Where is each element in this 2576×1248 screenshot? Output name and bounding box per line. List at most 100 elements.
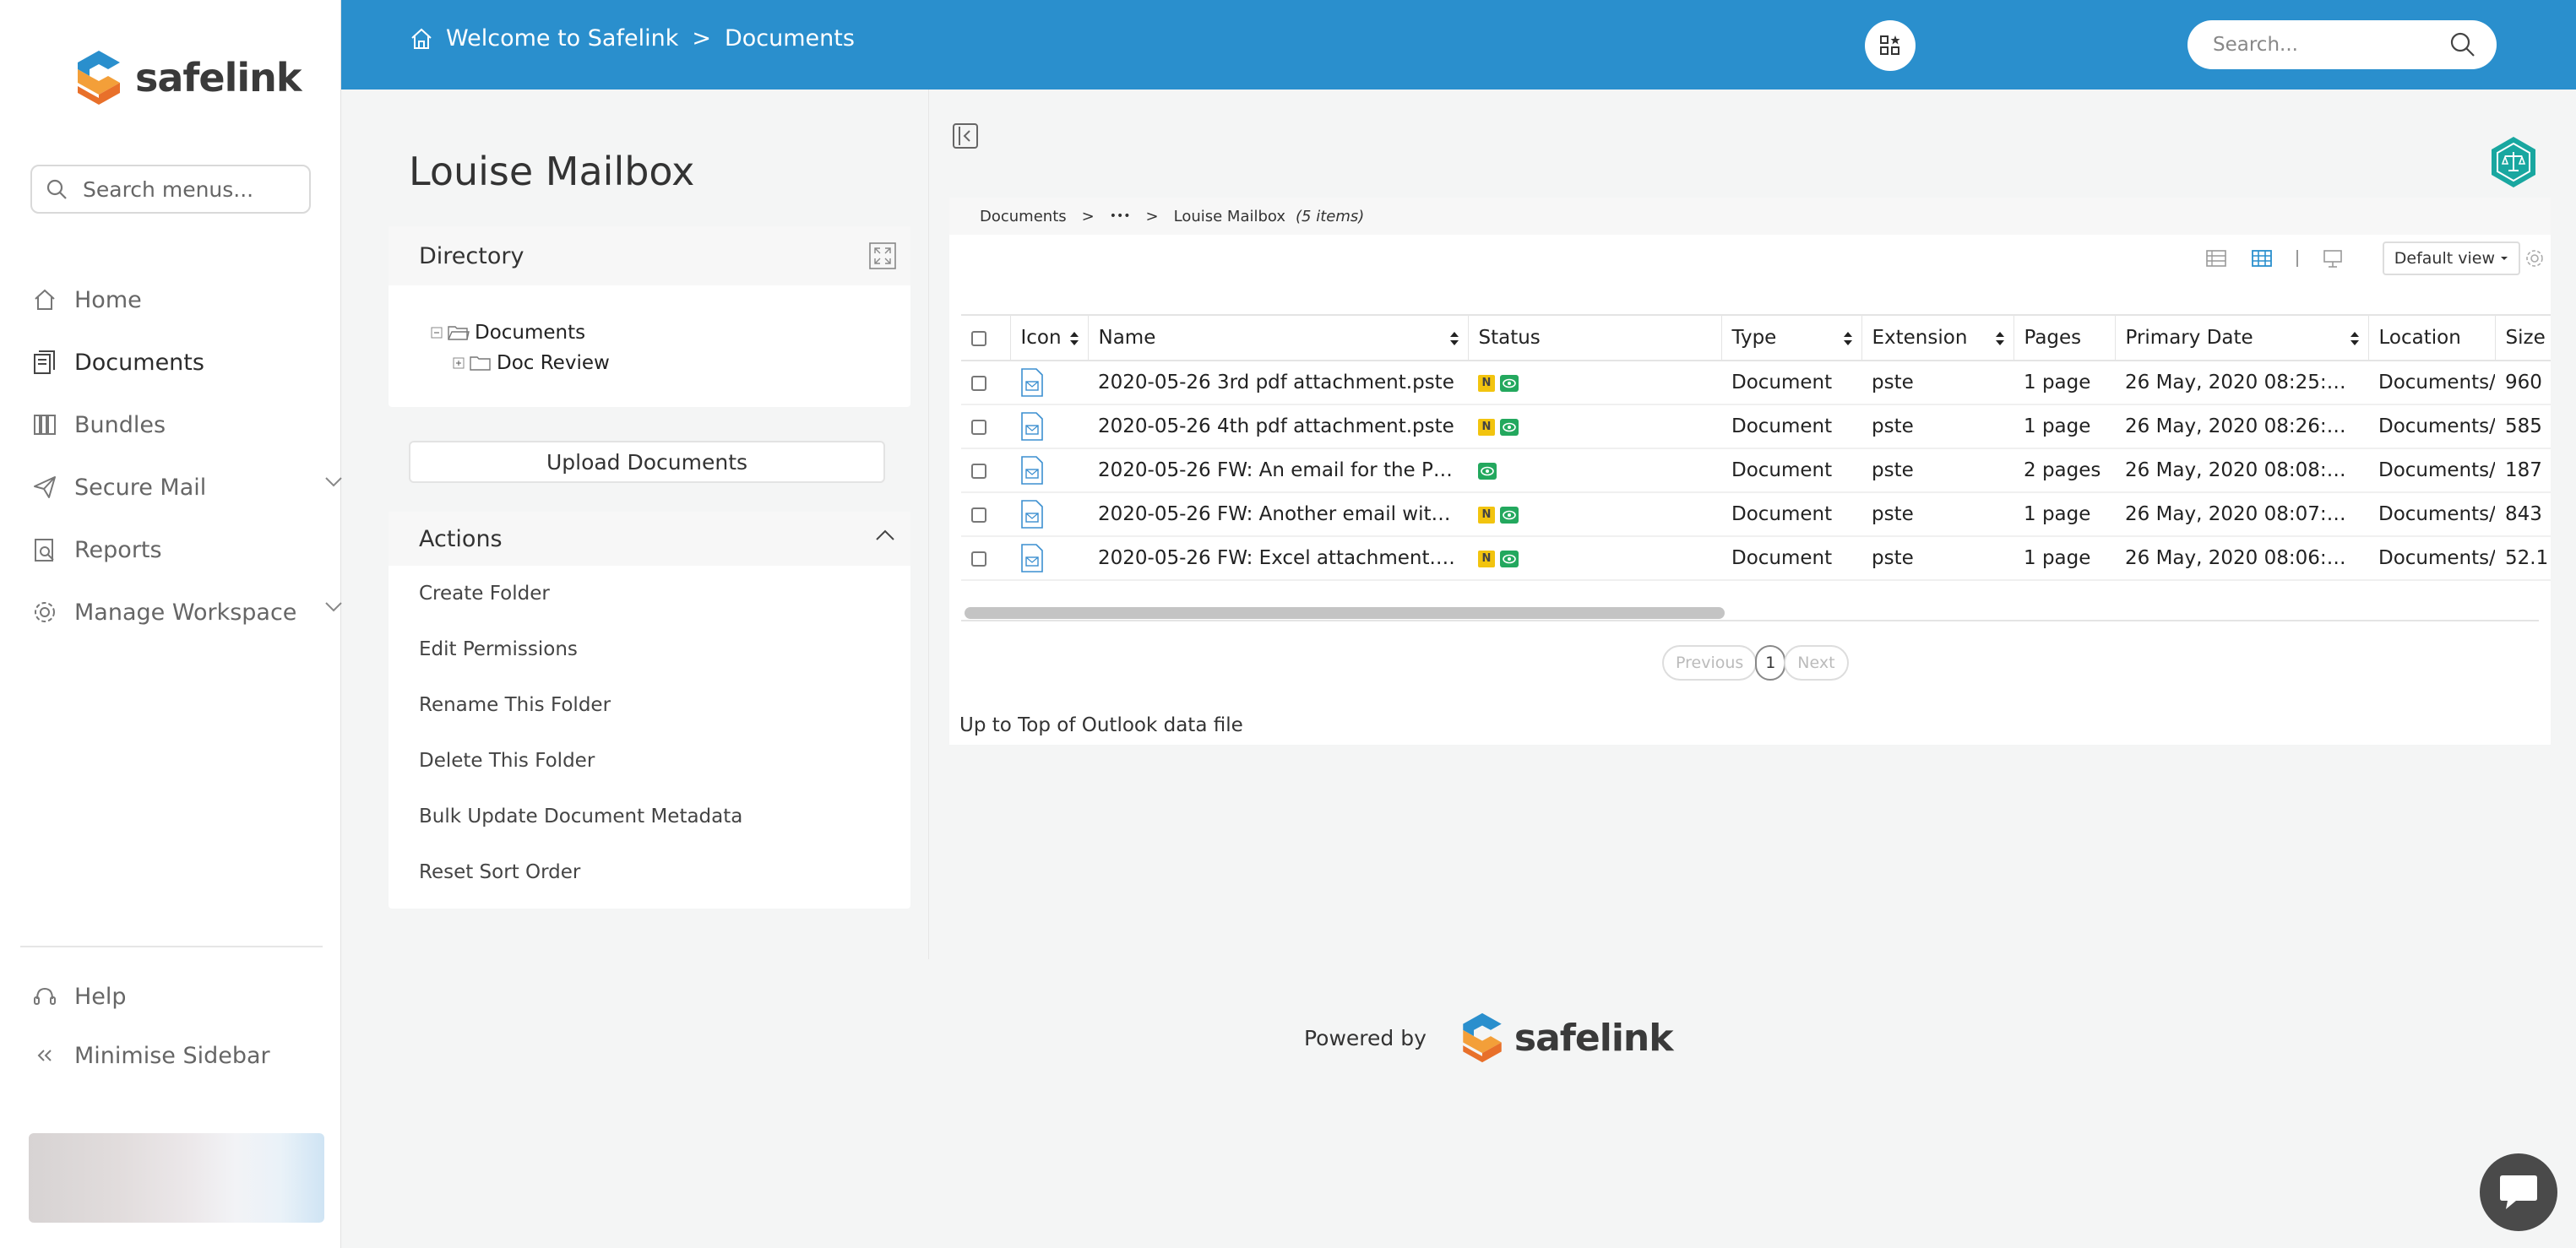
column-header-type[interactable]: Type <box>1720 314 1861 361</box>
collapse-panel-icon[interactable] <box>952 122 979 149</box>
row-checkbox[interactable] <box>971 551 986 567</box>
chevron-up-icon[interactable] <box>875 529 895 542</box>
sort-icon[interactable] <box>2350 331 2360 346</box>
sidebar-item-help[interactable]: Help <box>30 967 270 1026</box>
document-extension: pste <box>1861 448 2014 493</box>
document-status: N <box>1468 492 1721 537</box>
select-all-checkbox[interactable] <box>971 330 986 346</box>
tree-node-label[interactable]: Doc Review <box>497 352 610 374</box>
column-header-location[interactable]: Location <box>2367 314 2495 361</box>
sidebar-item-secure-mail[interactable]: Secure Mail <box>30 456 342 518</box>
row-checkbox[interactable] <box>971 419 986 435</box>
sidebar-item-manage-workspace[interactable]: Manage Workspace <box>30 581 342 643</box>
row-checkbox[interactable] <box>971 507 986 523</box>
document-name[interactable]: 2020-05-26 FW: Another email with files.… <box>1088 492 1468 537</box>
pagination: Previous 1 Next <box>1662 645 1849 681</box>
new-status-badge: N <box>1478 374 1495 392</box>
collapse-toggle-icon[interactable] <box>431 327 443 339</box>
breadcrumb-home-link[interactable]: Welcome to Safelink <box>446 25 678 52</box>
global-search-input[interactable] <box>2213 34 2449 56</box>
chevron-down-icon[interactable] <box>324 476 343 488</box>
open-folder-icon <box>448 326 470 340</box>
column-header-size[interactable]: Size <box>2494 314 2551 361</box>
previous-page-button[interactable]: Previous <box>1662 645 1758 681</box>
folder-icon <box>470 356 491 371</box>
document-name[interactable]: 2020-05-26 FW: Excel attachment.pste <box>1088 536 1468 581</box>
up-to-top-link[interactable]: Up to Top of Outlook data file <box>959 714 1243 736</box>
document-name[interactable]: 2020-05-26 3rd pdf attachment.pste <box>1088 361 1468 405</box>
sidebar-item-documents[interactable]: Documents <box>30 331 326 393</box>
document-location: Documents/D <box>2368 404 2495 449</box>
next-page-button[interactable]: Next <box>1784 645 1849 681</box>
reset-sort-order-action[interactable]: Reset Sort Order <box>389 844 910 900</box>
row-checkbox[interactable] <box>971 463 986 479</box>
breadcrumb-current[interactable]: Documents <box>725 25 855 52</box>
column-header-name[interactable]: Name <box>1087 314 1468 361</box>
expand-toggle-icon[interactable] <box>453 357 465 369</box>
delete-folder-action[interactable]: Delete This Folder <box>389 733 910 789</box>
case-scales-icon[interactable] <box>2488 135 2539 189</box>
column-header-extension[interactable]: Extension <box>1861 314 2014 361</box>
document-status: N <box>1468 536 1721 581</box>
new-status-badge: N <box>1478 506 1495 524</box>
safelink-logo-mark-icon <box>1463 1012 1502 1063</box>
footer-logo[interactable]: safelink <box>1457 1010 1674 1066</box>
document-primary-date: 26 May, 2020 08:25:55 +0... <box>2115 361 2368 405</box>
menu-search-input[interactable] <box>83 176 285 202</box>
menu-search-box[interactable] <box>30 165 311 214</box>
table-row[interactable]: 2020-05-26 FW: Another email with files.… <box>961 492 2551 537</box>
home-icon[interactable] <box>409 26 434 52</box>
search-icon[interactable] <box>2449 31 2476 58</box>
scrollbar-thumb[interactable] <box>965 607 1725 619</box>
sidebar-item-reports[interactable]: Reports <box>30 518 326 581</box>
blurred-user-profile[interactable] <box>29 1133 324 1223</box>
double-chevron-left-icon <box>30 1041 59 1070</box>
apps-button[interactable] <box>1865 20 1916 71</box>
tree-node-doc-review[interactable]: Doc Review <box>431 348 910 378</box>
table-row[interactable]: 2020-05-26 FW: Excel attachment.pste N Doc… <box>961 536 2551 581</box>
chat-support-button[interactable] <box>2480 1153 2557 1231</box>
row-select-cell <box>961 404 1010 449</box>
column-header-icon[interactable]: Icon <box>1009 314 1088 361</box>
table-row[interactable]: 2020-05-26 3rd pdf attachment.pste N Docum… <box>961 361 2551 405</box>
sidebar-item-home[interactable]: Home <box>30 269 326 331</box>
tree-node-label[interactable]: Documents <box>475 322 585 344</box>
row-checkbox[interactable] <box>971 375 986 391</box>
column-header-status[interactable]: Status <box>1467 314 1721 361</box>
actions-heading: Actions <box>419 525 503 552</box>
fullscreen-icon[interactable] <box>868 241 897 270</box>
bulk-update-metadata-action[interactable]: Bulk Update Document Metadata <box>389 789 910 844</box>
document-pages: 1 page <box>2014 536 2115 581</box>
column-header-primary-date[interactable]: Primary Date <box>2114 314 2368 361</box>
upload-documents-button[interactable]: Upload Documents <box>409 441 885 483</box>
directory-heading: Directory <box>419 242 524 269</box>
sidebar-item-bundles[interactable]: Bundles <box>30 393 326 456</box>
rename-folder-action[interactable]: Rename This Folder <box>389 677 910 733</box>
sidebar-item-label: Manage Workspace <box>74 599 297 626</box>
table-row[interactable]: 2020-05-26 FW: An email for the PST tes.… <box>961 448 2551 493</box>
reports-icon <box>30 535 59 564</box>
document-name[interactable]: 2020-05-26 4th pdf attachment.pste <box>1088 404 1468 449</box>
edit-permissions-action[interactable]: Edit Permissions <box>389 621 910 677</box>
sidebar-item-minimise[interactable]: Minimise Sidebar <box>30 1026 270 1085</box>
create-folder-action[interactable]: Create Folder <box>389 566 910 621</box>
column-header-pages[interactable]: Pages <box>2013 314 2115 361</box>
table-row[interactable]: 2020-05-26 4th pdf attachment.pste N Docum… <box>961 404 2551 449</box>
documents-icon <box>30 348 59 377</box>
sort-icon[interactable] <box>1449 331 1459 346</box>
sort-icon[interactable] <box>1069 331 1079 346</box>
safelink-logo[interactable]: safelink <box>71 47 302 108</box>
top-breadcrumb: Welcome to Safelink > Documents <box>409 25 855 52</box>
documents-table-body: 2020-05-26 3rd pdf attachment.pste N Docum… <box>961 361 2551 581</box>
horizontal-scrollbar[interactable] <box>961 605 2539 621</box>
chevron-down-icon[interactable] <box>324 601 343 613</box>
tree-node-documents[interactable]: Documents <box>431 317 910 348</box>
sort-icon[interactable] <box>1995 331 2005 346</box>
page-number-button[interactable]: 1 <box>1755 645 1786 681</box>
sort-icon[interactable] <box>1843 331 1853 346</box>
email-file-icon <box>1021 544 1043 572</box>
directory-header: Directory <box>389 226 910 285</box>
global-search-box[interactable] <box>2187 20 2497 69</box>
document-name[interactable]: 2020-05-26 FW: An email for the PST tes.… <box>1088 448 1468 493</box>
actions-header[interactable]: Actions <box>389 512 910 566</box>
